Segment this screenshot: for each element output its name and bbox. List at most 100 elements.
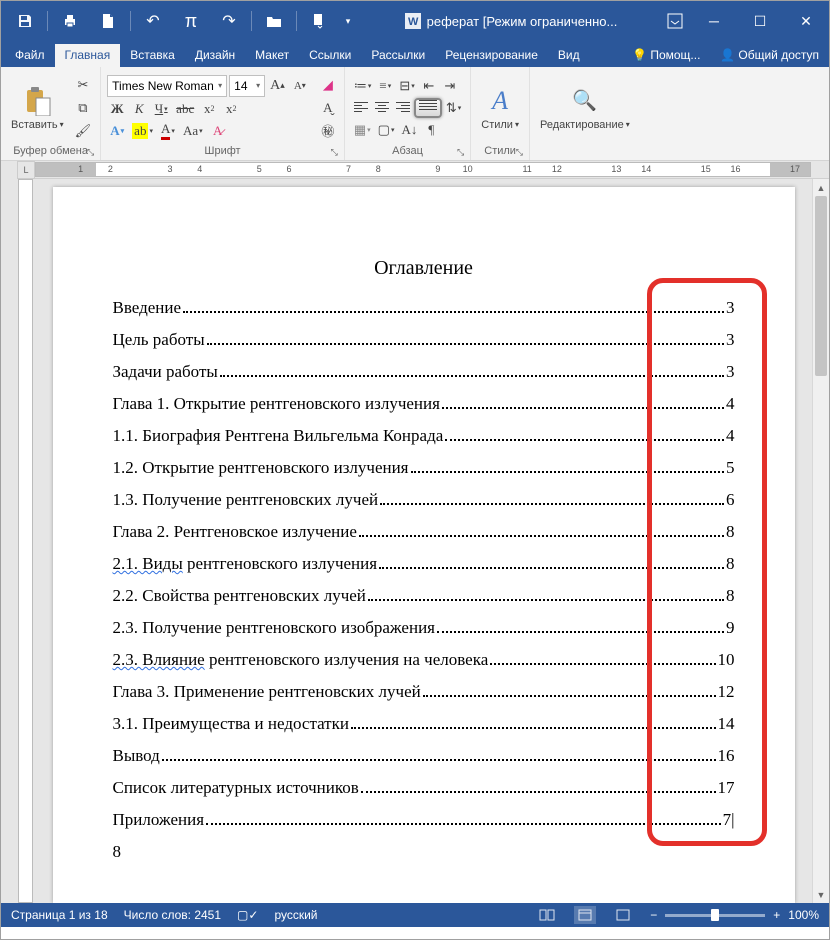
status-bar: Страница 1 из 18 Число слов: 2451 ▢✓ рус… [1,903,829,927]
ruler-horizontal[interactable]: 1234567891011121314151617 [35,161,829,179]
multilevel-icon[interactable]: ⊟▾ [396,76,417,96]
status-page[interactable]: Страница 1 из 18 [11,908,108,922]
enclose-icon[interactable]: ㊙ [318,121,338,141]
status-words[interactable]: Число слов: 2451 [124,908,221,922]
toc-entry: 2.1. Виды рентгеновского излучения8 [113,554,735,574]
italic-button[interactable]: К [129,99,149,119]
zoom-out-button[interactable]: − [650,908,657,922]
tab-selector[interactable]: L [17,161,35,179]
zoom-value[interactable]: 100% [788,908,819,922]
increase-indent-icon[interactable]: ⇥ [440,76,460,96]
grow-font-icon[interactable]: A▴ [267,76,288,96]
underline-button[interactable]: Ч▾ [151,99,171,119]
toc-entry: Задачи работы3 [113,362,735,382]
change-case-icon[interactable]: Aa▾ [180,121,206,141]
toc-entry: 2.3. Влияние рентгеновского излучения на… [113,650,735,670]
maximize-button[interactable]: ☐ [737,1,783,41]
toc-entry: Введение3 [113,298,735,318]
document-area: Оглавление Введение3Цель работы3Задачи р… [1,179,829,903]
group-label-clipboard: Буфер обмена⤡ [7,144,94,158]
scroll-up-icon[interactable]: ▲ [813,179,829,196]
editing-button[interactable]: 🔍 Редактирование▾ [536,83,634,133]
save-icon[interactable] [9,6,41,36]
align-left-button[interactable] [351,98,371,118]
subscript-button[interactable]: x2 [199,99,219,119]
show-marks-icon[interactable]: ¶ [421,120,441,140]
tab-share[interactable]: 👤Общий доступ [710,44,829,67]
copy-icon[interactable]: ⧉ [72,98,95,118]
paste-button[interactable]: Вставить▾ [7,83,68,133]
tab-home[interactable]: Главная [55,44,121,67]
view-read-icon[interactable] [536,906,558,924]
clear-format-icon[interactable]: A̷ [208,121,228,141]
tab-mailings[interactable]: Рассылки [361,44,435,67]
numbering-icon[interactable]: ≡▾ [375,76,395,96]
styles-button[interactable]: A Стили▾ [477,83,523,133]
undo-icon[interactable]: ↶ [137,6,169,36]
close-button[interactable]: ✕ [783,1,829,41]
redo-icon[interactable]: ↷ [213,6,245,36]
strike-button[interactable]: abc [173,99,197,119]
shading-icon[interactable]: ▦▾ [351,120,374,140]
clipboard-launcher-icon[interactable]: ⤡ [87,147,94,158]
group-label-paragraph: Абзац⤡ [351,144,464,158]
highlight-icon[interactable]: ab▾ [129,121,156,141]
line-spacing-icon[interactable]: ⇅▾ [443,98,464,118]
insert-icon[interactable] [303,6,335,36]
toc-entry: Цель работы3 [113,330,735,350]
decrease-indent-icon[interactable]: ⇤ [419,76,439,96]
superscript-button[interactable]: x2 [221,99,241,119]
styles-launcher-icon[interactable]: ⤡ [516,147,523,158]
eraser-icon[interactable]: ◢ [318,75,338,95]
text-effects-icon[interactable]: A▾ [107,121,127,141]
toc-entry: Глава 2. Рентгеновское излучение8 [113,522,735,542]
minimize-button[interactable]: ─ [691,1,737,41]
align-justify-button[interactable] [414,98,442,118]
font-name-combo[interactable]: Times New Roman▾ [107,75,227,97]
shrink-font-icon[interactable]: A▾ [290,76,310,96]
page-scroll[interactable]: Оглавление Введение3Цель работы3Задачи р… [35,179,812,903]
tab-help[interactable]: 💡Помощ... [622,44,710,67]
view-web-icon[interactable] [612,906,634,924]
font-size-combo[interactable]: 14▾ [229,75,265,97]
scroll-down-icon[interactable]: ▼ [813,886,829,903]
status-language[interactable]: русский [274,908,317,922]
proofing-icon[interactable]: ▢✓ [237,908,258,922]
sort-icon[interactable]: A↓ [398,120,420,140]
open-icon[interactable] [258,6,290,36]
tab-layout[interactable]: Макет [245,44,299,67]
borders-icon[interactable]: ▢▾ [375,120,398,140]
align-center-button[interactable] [372,98,392,118]
new-doc-icon[interactable] [92,6,124,36]
format-painter-icon[interactable]: 🖌 [72,121,95,141]
qat-dropdown-icon[interactable]: ▾ [341,6,355,36]
ribbon-options-icon[interactable] [659,6,691,36]
tab-design[interactable]: Дизайн [185,44,245,67]
vertical-scrollbar[interactable]: ▲ ▼ [812,179,829,903]
scroll-thumb[interactable] [815,196,827,376]
align-right-button[interactable] [393,98,413,118]
bold-button[interactable]: Ж [107,99,127,119]
cut-icon[interactable]: ✂ [72,75,95,95]
ribbon: Вставить▾ ✂ ⧉ 🖌 Буфер обмена⤡ Times New … [1,67,829,161]
bullets-icon[interactable]: ≔▾ [351,76,375,96]
font-color-icon[interactable]: A▾ [158,121,178,141]
print-icon[interactable] [54,6,86,36]
phonetic-icon[interactable]: A̬ [318,98,338,118]
pilcrow-icon[interactable]: π [175,6,207,36]
group-editing: 🔍 Редактирование▾ [530,67,640,160]
zoom-in-button[interactable]: + [773,908,780,922]
view-print-icon[interactable] [574,906,596,924]
tab-view[interactable]: Вид [548,44,590,67]
font-launcher-icon[interactable]: ⤡ [331,147,338,158]
tab-references[interactable]: Ссылки [299,44,361,67]
page[interactable]: Оглавление Введение3Цель работы3Задачи р… [53,187,795,903]
paragraph-launcher-icon[interactable]: ⤡ [457,147,464,158]
window-controls: ─ ☐ ✕ [691,1,829,41]
tab-review[interactable]: Рецензирование [435,44,548,67]
stray-text: 8 [113,842,735,862]
tab-file[interactable]: Файл [5,44,55,67]
ruler-vertical[interactable] [1,179,35,903]
tab-insert[interactable]: Вставка [120,44,185,67]
zoom-slider[interactable] [665,914,765,917]
